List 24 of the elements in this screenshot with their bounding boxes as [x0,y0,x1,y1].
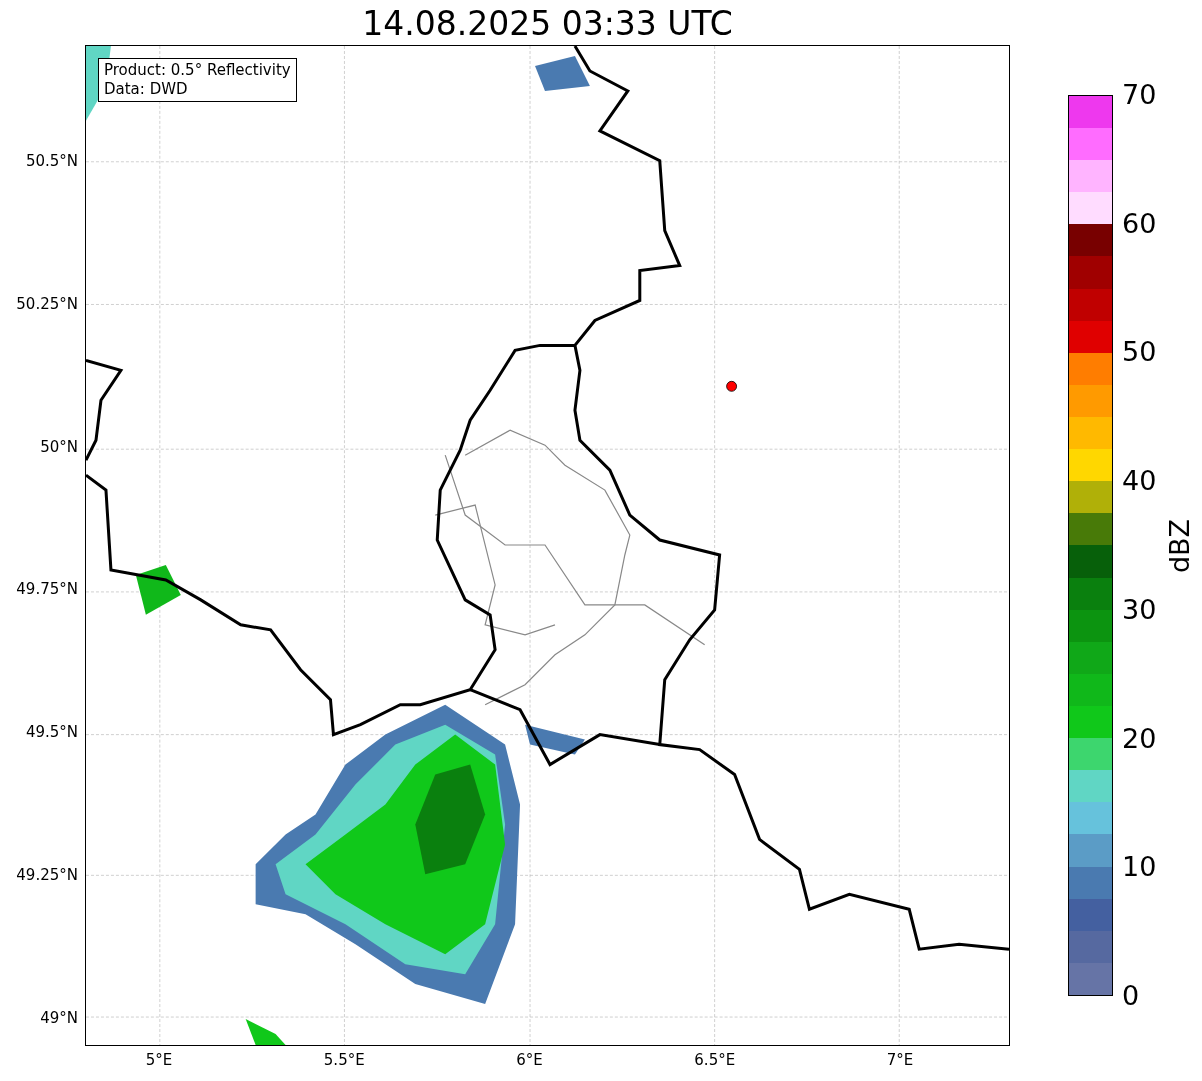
y-axis-label: 49.75°N [16,579,78,600]
colorbar-tick-label: 70 [1122,79,1157,111]
legend-text: Product: 0.5° Reflectivity [104,61,291,80]
y-axis-label: 50.5°N [25,151,78,171]
x-axis-label: 5.5°E [322,1050,366,1070]
x-axis-label: 5°E [144,1050,174,1070]
colorbar-label: dBZ [1164,517,1196,576]
colorbar-tick-label: 40 [1122,465,1157,498]
y-axis-label: 49.25°N [16,865,78,885]
y-axis-label: 49.5°N [25,722,78,743]
y-axis-label: 49°N [40,1007,78,1028]
chart-title: 14.08.2025 03:33 UTC [361,4,734,44]
x-axis-label: 7°E [885,1050,915,1070]
colorbar-tick-label: 30 [1122,593,1157,626]
colorbar-tick-label: 0 [1122,980,1140,1012]
colorbar-tick-label: 10 [1122,851,1157,884]
colorbar-tick-label: 60 [1122,207,1157,240]
x-axis-label: 6°E [515,1050,544,1070]
colorbar-tick-label: 50 [1122,336,1157,369]
y-axis-label: 50.25°N [16,293,78,314]
x-axis-label: 6.5°E [693,1050,737,1070]
y-axis-label: 50°N [40,436,78,457]
legend-text: Data: DWD [104,80,189,99]
colorbar-tick-label: 20 [1122,722,1157,755]
